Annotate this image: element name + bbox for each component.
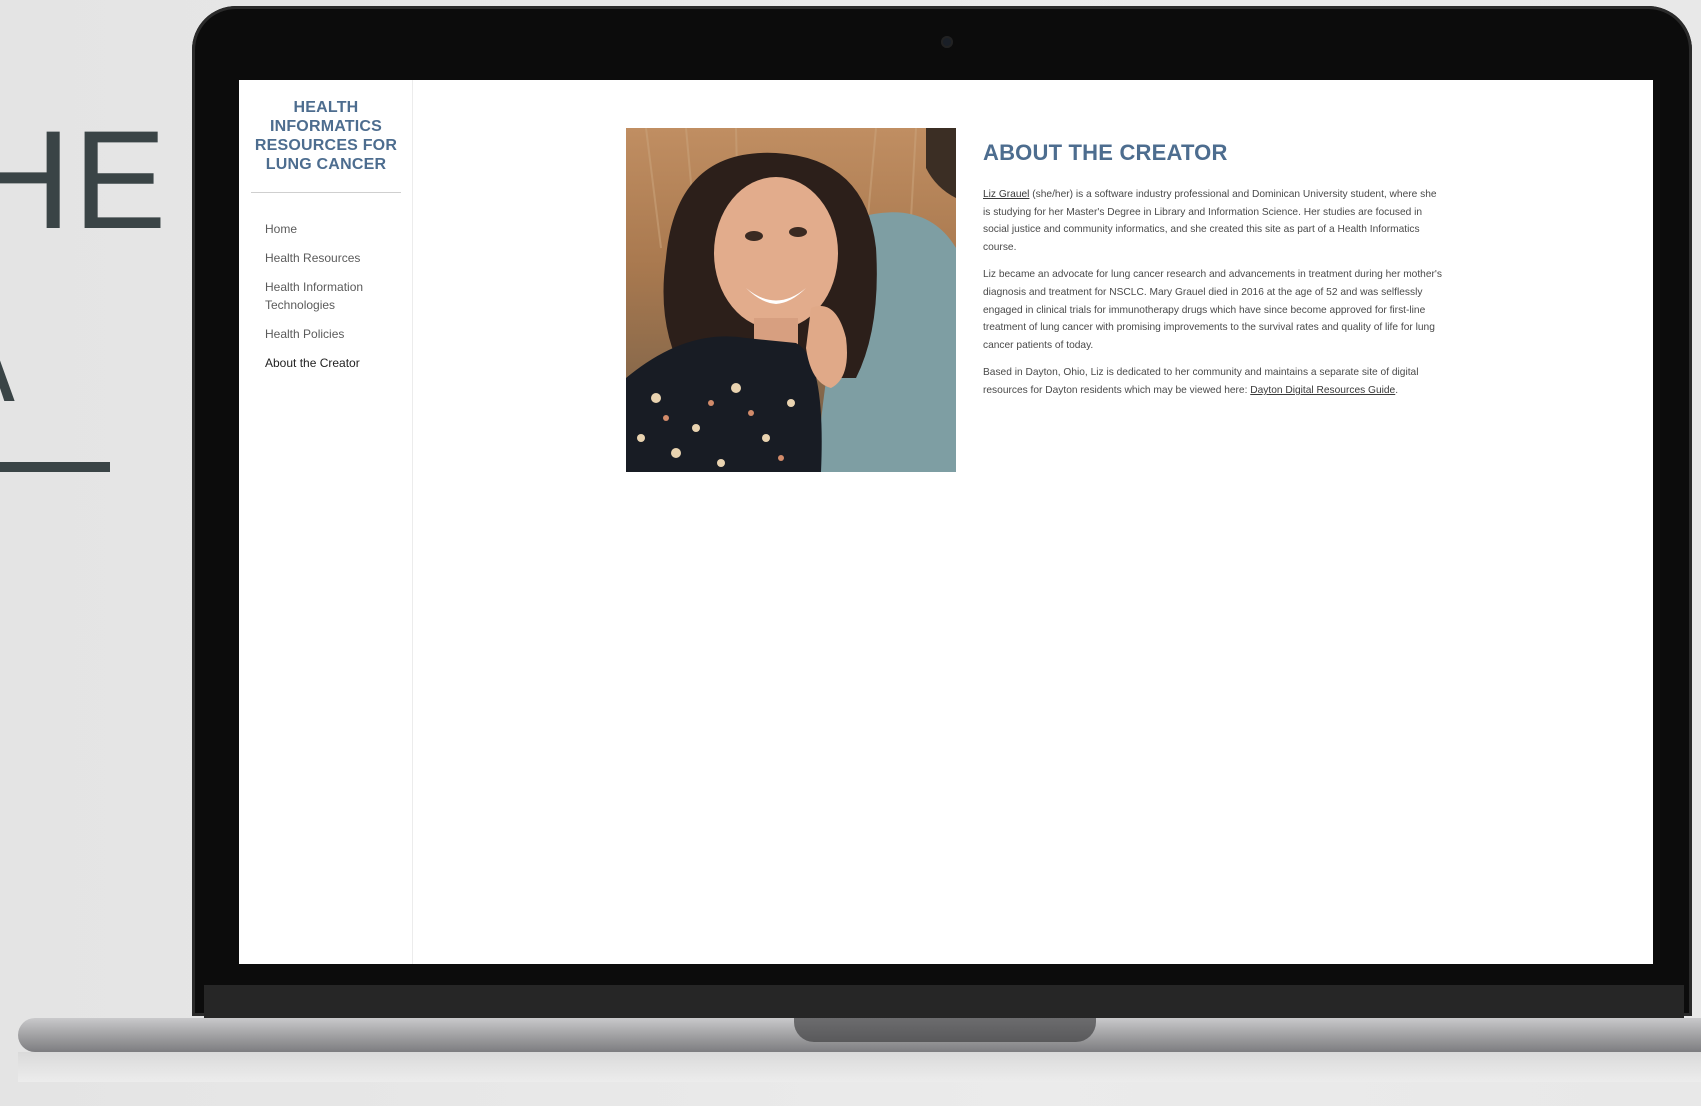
nav-item-health-resources[interactable]: Health Resources <box>265 249 405 267</box>
paragraph-advocacy: Liz became an advocate for lung cancer r… <box>983 269 1442 351</box>
main-content: ABOUT THE CREATOR Liz Grauel (she/her) i… <box>983 140 1443 410</box>
site-title[interactable]: HEALTH INFORMATICS RESOURCES FOR LUNG CA… <box>251 98 401 174</box>
laptop-base-notch <box>794 1018 1096 1042</box>
sidebar: HEALTH INFORMATICS RESOURCES FOR LUNG CA… <box>239 80 413 964</box>
camera-icon <box>941 36 953 48</box>
nav-item-health-information-technologies[interactable]: Health Information Technologies <box>265 278 405 314</box>
nav-item-health-policies[interactable]: Health Policies <box>265 325 405 343</box>
slide-divider <box>0 462 110 472</box>
paragraph-intro-text: (she/her) is a software industry profess… <box>983 189 1437 253</box>
footer-text <box>859 956 1259 964</box>
slide-partial-heading: HE <box>0 101 169 258</box>
paragraph-dayton-end: . <box>1395 384 1399 396</box>
nav-item-about-the-creator[interactable]: About the Creator <box>265 354 405 372</box>
title-divider <box>251 192 401 193</box>
nav-item-home[interactable]: Home <box>265 220 405 238</box>
stage: HE ʌ HEALTH INFORMATICS RESOURCES FOR LU… <box>0 0 1701 1106</box>
laptop-screen: HEALTH INFORMATICS RESOURCES FOR LUNG CA… <box>239 80 1653 964</box>
sidebar-nav: Home Health Resources Health Information… <box>265 220 405 383</box>
paragraph-dayton: Based in Dayton, Ohio, Liz is dedicated … <box>983 364 1443 399</box>
creator-photo <box>626 128 956 472</box>
link-dayton-digital-resources-guide[interactable]: Dayton Digital Resources Guide <box>1250 385 1395 396</box>
link-liz-grauel[interactable]: Liz Grauel <box>983 189 1029 200</box>
slide-partial-glyph: ʌ <box>0 300 15 427</box>
page-title: ABOUT THE CREATOR <box>983 140 1228 165</box>
laptop-bottom-bezel <box>204 985 1684 1019</box>
paragraph-intro: Liz Grauel (she/her) is a software indus… <box>983 186 1443 256</box>
creator-photo-image <box>626 128 956 472</box>
laptop-base-shadow <box>18 1052 1701 1082</box>
